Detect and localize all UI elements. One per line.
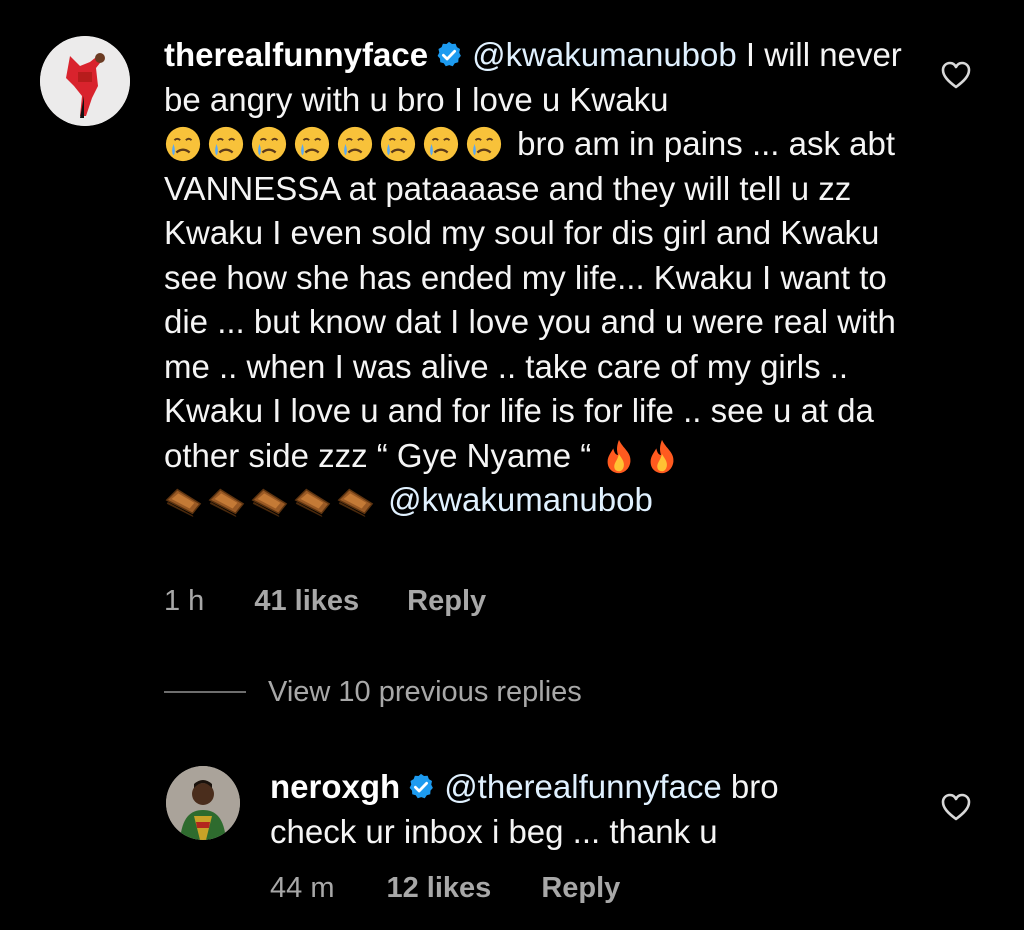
crying-face-icon [293,125,331,163]
crying-face-icon [465,125,503,163]
view-previous-replies[interactable]: View 10 previous replies [164,672,582,712]
coffin-icon [164,481,202,519]
fire-icon [643,437,681,475]
coffin-emoji-row [164,481,379,518]
coffin-icon [250,481,288,519]
coffin-icon [293,481,331,519]
crying-face-icon [207,125,245,163]
reply-body: neroxgh @therealfunnyface bro check ur in… [270,765,870,854]
comment-time: 1 h [164,585,205,617]
reply-time: 44 m [270,872,335,904]
coffin-icon [336,481,374,519]
fire-icon [600,437,638,475]
crying-emoji-row [164,125,508,162]
like-heart-icon[interactable] [940,792,972,822]
reply-likes[interactable]: 12 likes [386,872,491,905]
comment-mention[interactable]: @kwakumanubob [472,36,737,73]
crying-face-icon [164,125,202,163]
reply-button[interactable]: Reply [541,872,620,905]
crying-face-icon [422,125,460,163]
crying-face-icon [250,125,288,163]
comment-body: therealfunnyface @kwakumanubob I will nev… [164,33,904,523]
view-previous-replies-label[interactable]: View 10 previous replies [268,676,582,709]
reply-button[interactable]: Reply [407,585,486,618]
reply-username[interactable]: neroxgh [270,768,400,805]
reply-meta: 44 m 12 likes Reply [270,872,620,905]
comment-meta: 1 h 41 likes Reply [164,585,486,618]
comment-likes[interactable]: 41 likes [254,585,359,618]
crying-face-icon [379,125,417,163]
replies-divider [164,691,246,693]
comment-text-part2: bro am in pains ... ask abt VANNESSA at … [164,125,896,474]
verified-badge-icon [406,772,436,802]
like-heart-icon[interactable] [940,60,972,90]
comment-username[interactable]: therealfunnyface [164,36,428,73]
avatar[interactable] [166,766,240,840]
reply-mention[interactable]: @therealfunnyface [444,768,722,805]
crying-face-icon [336,125,374,163]
avatar[interactable] [40,36,130,126]
verified-badge-icon [434,40,464,70]
coffin-icon [207,481,245,519]
comment-trailing-mention[interactable]: @kwakumanubob [388,481,653,518]
